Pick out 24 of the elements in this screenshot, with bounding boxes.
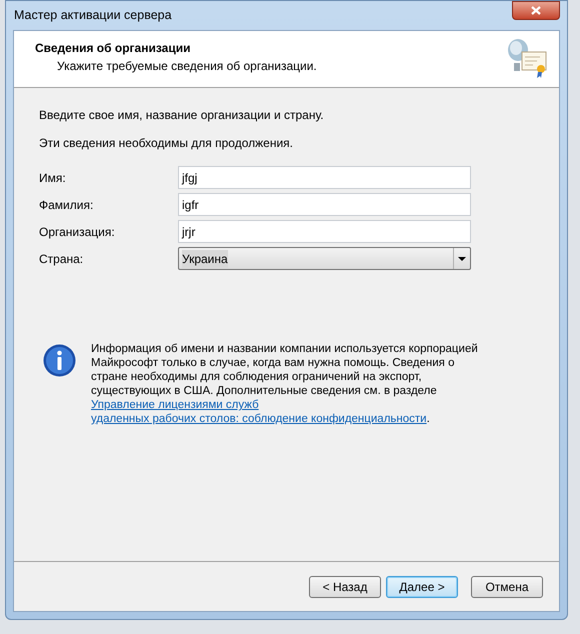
wizard-button[interactable]: < Назад (309, 576, 381, 598)
instruction-text: Эти сведения необходимы для продолжения. (39, 135, 294, 152)
field-label: Страна: (39, 250, 84, 268)
text-field[interactable]: jfgj (178, 166, 471, 189)
field-label: Имя: (39, 170, 67, 186)
info-text: Информация об имени и названии компании используется корпорацией Майкрософт только в случае, когда вам нужна помощь. Сведения о стране необходимы для соблюдения ограничений на экспорт, существующих в США. Дополнительные сведения см. в разделе Управление лицензиями служб удаленных рабочих столов: соблюдение конфиденциальности. (91, 342, 479, 426)
wizard-button[interactable]: Отмена (471, 576, 543, 598)
header-subtitle: Укажите требуемые сведения об организации. (56, 58, 317, 75)
instruction-text: Введите свое имя, название организации и страну. (39, 107, 325, 124)
caret-icon (458, 256, 466, 260)
header-title: Сведения об организации (35, 40, 192, 57)
window-title: Мастер активации сервера (14, 7, 172, 24)
field-label: Организация: (39, 224, 116, 240)
text-field[interactable]: jrjr (178, 220, 471, 243)
text-field[interactable]: igfr (178, 193, 471, 216)
field-label: Фамилия: (39, 196, 94, 214)
close-icon (531, 6, 541, 15)
privacy-link[interactable]: удаленных рабочих столов: соблюдение конфиденциальности (91, 413, 427, 425)
privacy-link[interactable]: Управление лицензиями служб (91, 399, 259, 411)
server-certificate-icon (505, 36, 549, 80)
close-button[interactable] (512, 1, 560, 20)
info-icon (43, 344, 76, 377)
wizard-button[interactable]: Далее > (386, 576, 458, 598)
country-dropdown[interactable]: Украина (178, 247, 471, 270)
